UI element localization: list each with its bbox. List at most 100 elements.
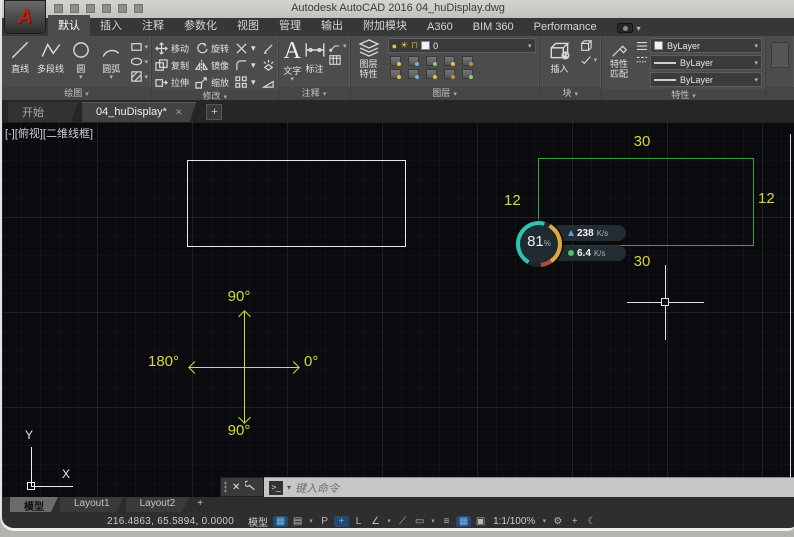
panel-block-footer[interactable]: 块▾ [540,87,601,100]
text-button[interactable]: A 文字 ▾ [282,38,303,82]
layer-tool-icon[interactable] [408,56,419,66]
mirror-button[interactable]: 镜像 [195,57,229,73]
insert-block-button[interactable]: 插入 [543,38,577,75]
app-menu-button[interactable]: A [4,0,46,34]
dimension-button[interactable]: 标注 [303,38,326,75]
workspace-gear-icon[interactable]: ⚙ [550,516,565,527]
new-icon[interactable] [54,4,63,13]
tab-home[interactable]: 默认 [48,15,90,36]
layer-tool-icon[interactable] [426,56,437,66]
line-button[interactable]: 直线 [5,38,35,75]
object-snap-menu-icon[interactable]: ▾ [429,517,437,525]
drawing-canvas[interactable]: [-][俯视][二维线框] 30 12 12 30 90° 180° 0° 90… [2,122,794,497]
tab-model[interactable]: 模型 [10,497,58,512]
tab-view[interactable]: 视图 [227,15,269,36]
match-properties-button[interactable]: 特性匹配 [605,38,633,79]
white-rectangle-object[interactable] [187,160,406,247]
clean-screen-icon[interactable]: + [567,516,582,527]
open-icon[interactable] [70,4,79,13]
object-snap-icon[interactable]: ▭ [412,516,427,527]
isodraft-icon[interactable]: ∠ [368,516,383,527]
snap-toggle-icon[interactable]: ▤ [290,516,305,527]
tab-insert[interactable]: 插入 [90,15,132,36]
copy-button[interactable]: 复制 [155,57,189,73]
lineweight-select[interactable]: ByLayer▾ [650,55,762,70]
layer-select[interactable]: ● ☀ ⊓ 0 ▾ [388,38,536,53]
redo-icon[interactable] [134,4,143,13]
viewport-controls[interactable]: [-][俯视][二维线框] [5,125,93,141]
selection-cycling-icon[interactable]: ▦ [456,516,471,527]
circle-button[interactable]: 圆 ▾ [66,38,96,80]
scale-button[interactable]: 缩放 [195,74,229,90]
annotation-visibility-icon[interactable]: ▣ [473,516,488,527]
arc-button[interactable]: 圆弧 ▾ [96,38,126,80]
layer-tools-row-2[interactable] [388,69,536,79]
layer-tools-row-1[interactable] [388,56,536,66]
erase-button[interactable] [262,40,275,56]
polar-tracking-icon[interactable]: P [317,516,332,527]
infer-constraints-icon[interactable]: + [334,516,349,527]
lineweight-toggle-icon[interactable]: ≡ [439,516,454,527]
ellipse-button[interactable]: ▾ [130,55,149,68]
trim-button[interactable]: ▾ [235,40,256,56]
layer-tool-icon[interactable] [390,69,401,79]
annotation-scale-button[interactable]: 1:1/100% [493,516,535,527]
undo-icon[interactable] [118,4,127,13]
close-icon[interactable]: ✕ [232,482,240,493]
new-layout-button[interactable]: + [191,497,209,512]
wrench-icon[interactable] [245,478,257,496]
ortho-toggle-icon[interactable]: L [351,516,366,527]
recorder-menu-button[interactable]: ▾ [617,23,641,36]
quick-access-toolbar[interactable] [54,4,143,13]
linetype-select[interactable]: ByLayer▾ [650,72,762,87]
object-snap-tracking-icon[interactable]: ⟋ [395,516,410,527]
layer-tool-icon[interactable] [462,69,473,79]
tab-layout2[interactable]: Layout2 [126,497,190,512]
rectangle-button[interactable]: ▾ [130,40,149,53]
isodraft-menu-icon[interactable]: ▾ [385,517,393,525]
layer-tool-icon[interactable] [444,56,455,66]
file-tab-document[interactable]: 04_huDisplay*✕ [82,102,196,122]
command-input[interactable]: >_ ▾ 键入命令 [264,477,794,497]
panel-annotation-footer[interactable]: 注释▾ [279,87,350,100]
layer-tool-icon[interactable] [408,69,419,79]
layer-tool-icon[interactable] [444,69,455,79]
layer-tool-icon[interactable] [426,69,437,79]
hatch-button[interactable]: ▾ [130,70,149,83]
new-drawing-button[interactable]: + [206,104,222,120]
close-icon[interactable]: ✕ [175,107,183,118]
leader-button[interactable]: ▾ [329,40,347,52]
fillet-button[interactable]: ▾ [235,57,256,73]
file-tab-start[interactable]: 开始 [8,102,78,122]
layer-properties-button[interactable]: 图层特性 [354,38,384,79]
tab-a360[interactable]: A360 [417,19,463,36]
lineweight-list-icon[interactable] [636,40,648,52]
tab-annotate[interactable]: 注释 [132,15,174,36]
array-button[interactable]: ▾ [235,74,256,90]
model-space-button[interactable]: 模型 [244,514,272,529]
create-block-button[interactable] [580,40,598,52]
tab-addins[interactable]: 附加模块 [353,15,417,36]
panel-layers-footer[interactable]: 图层▾ [351,87,539,100]
tab-bim360[interactable]: BIM 360 [463,19,524,36]
tab-manage[interactable]: 管理 [269,15,311,36]
move-button[interactable]: 移动 [155,40,189,56]
scale-menu-icon[interactable]: ▾ [540,517,548,525]
drag-handle-icon[interactable] [224,481,227,493]
tab-performance[interactable]: Performance [524,19,607,36]
tab-layout1[interactable]: Layout1 [60,497,124,512]
object-color-select[interactable]: ByLayer▾ [650,38,762,53]
panel-draw-footer[interactable]: 绘图▾ [2,87,151,100]
grid-toggle-icon[interactable]: ▦ [273,516,288,527]
linetype-list-icon[interactable] [636,54,648,66]
layer-tool-icon[interactable] [462,56,473,66]
measure-button[interactable] [262,74,275,90]
stretch-button[interactable]: 拉伸 [155,74,189,90]
save-icon[interactable] [86,4,95,13]
isolate-objects-icon[interactable]: ☾ [584,516,599,527]
edit-block-button[interactable]: ▾ [580,54,598,66]
layer-tool-icon[interactable] [390,56,401,66]
tab-parametric[interactable]: 参数化 [174,15,227,36]
rotate-button[interactable]: 旋转 [195,40,229,56]
group-icon[interactable] [771,42,789,68]
